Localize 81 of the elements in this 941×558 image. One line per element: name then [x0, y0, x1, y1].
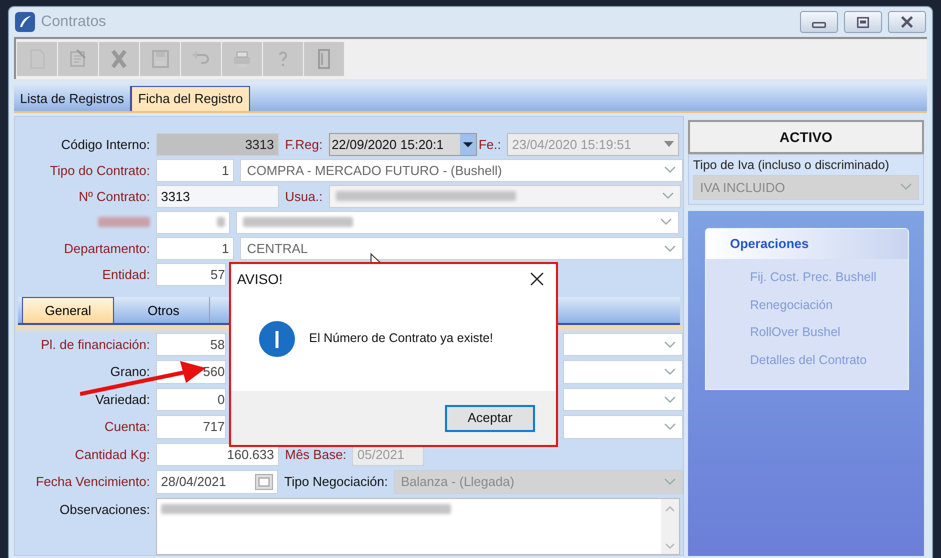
field-label: Tipo Negociación:: [284, 473, 388, 492]
input-field[interactable]: 57: [156, 263, 226, 286]
input-field[interactable]: 3313: [156, 185, 279, 208]
field-label: Variedad:: [95, 390, 150, 409]
scrollbar-icon: [661, 498, 679, 554]
field-label: Fe.:: [478, 136, 501, 154]
ok-button[interactable]: Aceptar: [445, 404, 535, 432]
field-label: Mês Base:: [285, 446, 346, 464]
chevron-icon: [664, 166, 676, 174]
dropdown[interactable]: CENTRAL: [240, 237, 683, 260]
field-label: Tipo do Contrato:: [50, 162, 150, 180]
field-label: F.Reg:: [285, 136, 323, 154]
text-area[interactable]: [156, 498, 680, 555]
input-field[interactable]: 1: [156, 159, 234, 182]
input-field[interactable]: [156, 211, 230, 234]
field-label: Departamento:: [64, 240, 150, 258]
dropdown[interactable]: [236, 211, 679, 234]
caret-icon: [664, 141, 674, 148]
undo-button[interactable]: [181, 42, 221, 76]
tab[interactable]: Otros: [118, 297, 210, 324]
info-icon: [259, 320, 295, 356]
panel-heading: Operaciones: [706, 228, 908, 259]
chevron-icon: [664, 368, 676, 376]
input-field[interactable]: 160.633: [156, 442, 279, 466]
blurred-text: [217, 217, 225, 228]
field-label: Cantidad Kg:: [74, 446, 150, 464]
save-button[interactable]: [140, 42, 180, 76]
dropdown[interactable]: [563, 332, 684, 356]
calendar-icon: [255, 474, 274, 490]
dialog-title: AVISO!: [237, 270, 283, 288]
tab[interactable]: Ficha del Registro: [131, 86, 250, 111]
edit-document-button[interactable]: [58, 42, 98, 76]
input-field[interactable]: 0: [156, 388, 226, 412]
caret-icon: [460, 134, 476, 155]
maximize-button[interactable]: [844, 11, 882, 33]
field-label: Grano:: [110, 363, 150, 382]
document-button[interactable]: [17, 42, 57, 76]
field-label: Observaciones:: [60, 500, 150, 519]
dropdown[interactable]: [563, 415, 684, 439]
delete-button[interactable]: [99, 42, 139, 76]
close-button[interactable]: [888, 11, 926, 33]
close-icon: [901, 16, 913, 28]
dropdown[interactable]: [563, 360, 684, 384]
field-label: Tipo de Iva (incluso o discriminado): [693, 158, 890, 172]
dialog-message: El Número de Contrato ya existe!: [309, 330, 494, 348]
field-label: Fecha Vencimiento:: [36, 473, 150, 492]
help-button[interactable]: [263, 42, 303, 76]
dropdown[interactable]: COMPRA - MERCADO FUTURO - (Bushell): [240, 159, 683, 182]
date-field[interactable]: 28/04/2021: [156, 470, 278, 494]
input-field[interactable]: 3313: [156, 133, 279, 156]
app-logo-icon: [15, 12, 35, 32]
minimize-icon: [812, 22, 826, 28]
input-field[interactable]: 717: [156, 415, 226, 439]
chevron-icon: [660, 218, 672, 226]
close-icon[interactable]: [530, 272, 544, 286]
field-label: Nº Contrato:: [78, 188, 150, 206]
field-label: Código Interno:: [61, 136, 150, 154]
status-label: ACTIVO: [688, 120, 924, 154]
field-label: Usua.:: [285, 188, 323, 206]
blurred-text: [98, 217, 150, 228]
input-field[interactable]: 1: [156, 237, 234, 260]
chevron-icon: [900, 183, 912, 192]
dropdown[interactable]: [328, 185, 681, 208]
printer-button[interactable]: [222, 42, 262, 76]
chevron-icon: [664, 478, 676, 486]
chevron-icon: [664, 340, 676, 349]
chevron-icon: [664, 423, 676, 432]
maximize-icon: [857, 16, 869, 28]
window-title: Contratos: [41, 12, 106, 32]
field-label: Cuenta:: [104, 418, 150, 436]
input-field[interactable]: 58: [156, 332, 226, 356]
field-label: Entidad:: [102, 266, 150, 284]
exit-door-button[interactable]: [304, 42, 344, 76]
chevron-icon: [664, 244, 676, 253]
dropdown[interactable]: [563, 388, 684, 412]
field-label: Pl. de financiación:: [40, 336, 150, 354]
minimize-button[interactable]: [800, 11, 838, 33]
chevron-icon: [664, 396, 676, 404]
tab[interactable]: General: [22, 297, 114, 324]
chevron-icon: [662, 192, 674, 200]
date-picker[interactable]: 22/09/2020 15:20:1: [328, 133, 477, 156]
